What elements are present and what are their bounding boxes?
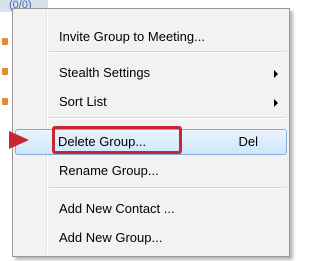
background-status-icon <box>2 38 8 45</box>
menu-item-sort-list[interactable]: Sort List <box>15 91 287 113</box>
chevron-right-icon <box>274 99 278 107</box>
menu-item-label: Sort List <box>59 94 107 109</box>
screenshot-stage: (0/0) Invite Group to Meeting... Stealth… <box>0 0 295 261</box>
menu-item-stealth-settings[interactable]: Stealth Settings <box>15 62 287 84</box>
menu-separator <box>49 187 286 189</box>
background-status-icon <box>2 98 8 105</box>
menu-item-label: Add New Contact ... <box>59 201 175 216</box>
menu-item-shortcut: Del <box>238 134 258 149</box>
menu-item-label: Invite Group to Meeting... <box>59 29 205 44</box>
menu-item-label: Rename Group... <box>59 163 159 178</box>
menu-item-label: Add New Group... <box>59 230 163 245</box>
chevron-right-icon <box>274 70 278 78</box>
background-status-icon <box>2 68 8 75</box>
menu-item-add-new-contact[interactable]: Add New Contact ... <box>15 198 287 220</box>
menu-item-add-new-group[interactable]: Add New Group... <box>15 227 287 249</box>
menu-separator <box>49 117 286 119</box>
menu-item-label: Stealth Settings <box>59 65 151 80</box>
menu-item-rename-group[interactable]: Rename Group... <box>15 160 287 182</box>
arrow-right-icon <box>9 131 29 149</box>
menu-separator <box>49 51 286 53</box>
callout-highlight-box <box>52 126 182 154</box>
menu-item-invite-group-to-meeting[interactable]: Invite Group to Meeting... <box>15 26 287 48</box>
